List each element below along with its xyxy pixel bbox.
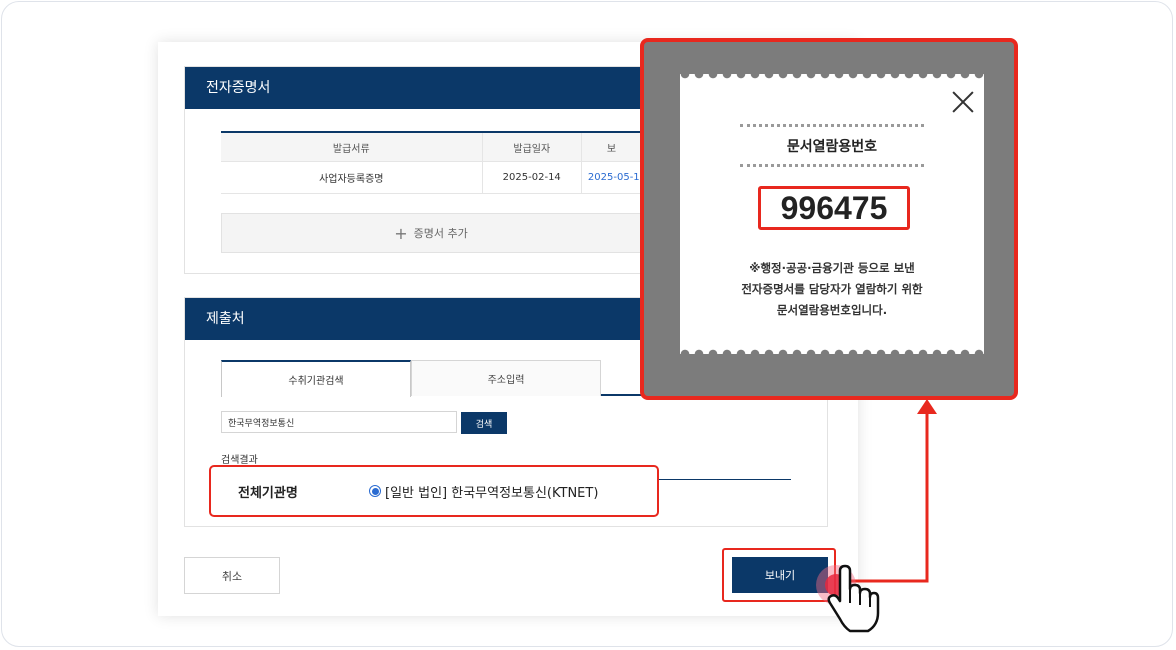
hand-pointer-icon: [816, 564, 880, 633]
connector-arrow: [848, 399, 937, 583]
tab-recipient-search[interactable]: 수취기관검색: [221, 360, 411, 397]
arrow-line: [848, 412, 929, 583]
arrow-head-icon: [917, 399, 937, 414]
